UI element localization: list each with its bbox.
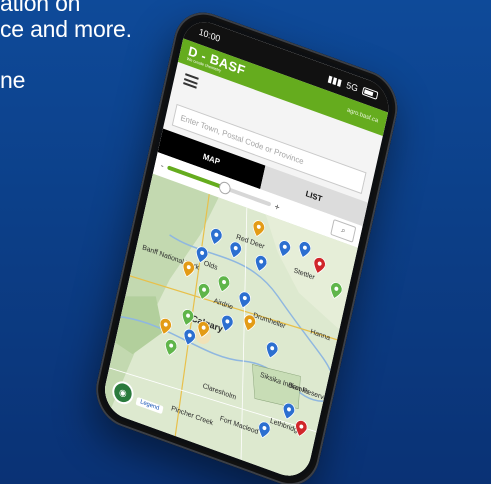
background-text-line-3: ne (0, 67, 26, 93)
minus-icon[interactable]: - (160, 160, 165, 171)
hamburger-icon[interactable] (183, 73, 199, 89)
plus-icon[interactable]: + (274, 201, 281, 213)
phone-mockup: 10:00 ▮▮▮ 5G D - BASF We create chemistr… (89, 3, 404, 484)
phone-screen: 10:00 ▮▮▮ 5G D - BASF We create chemistr… (100, 14, 394, 483)
battery-icon (361, 86, 379, 100)
slider-thumb[interactable] (217, 179, 232, 196)
background-text-line-1: ation on (0, 0, 81, 16)
site-domain: agro.basf.ca (346, 107, 379, 125)
status-time: 10:00 (197, 26, 222, 44)
signal-icon: ▮▮▮ (326, 72, 344, 88)
background-text-line-2: ce and more. (0, 16, 132, 42)
network-label: 5G (345, 79, 359, 94)
